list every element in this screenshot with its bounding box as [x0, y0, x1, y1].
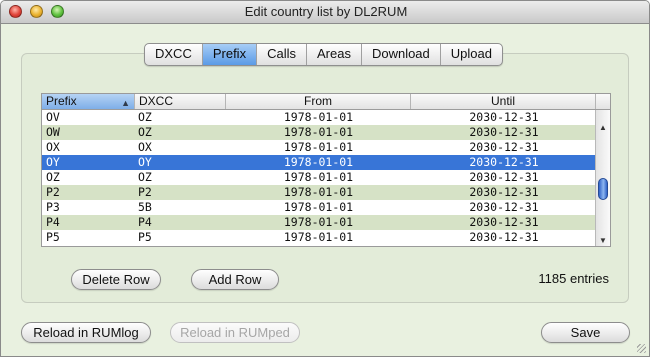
table-cell-until: 2030-12-31 — [469, 125, 539, 139]
table-cell-until: 2030-12-31 — [469, 170, 539, 184]
table-cell-from: 1978-01-01 — [283, 200, 354, 214]
entries-count: 1185 entries — [538, 271, 609, 286]
table-cell-prefix: P4 — [46, 215, 60, 229]
table-cell-prefix: P2 — [46, 185, 60, 199]
column-header-label: Prefix — [46, 94, 77, 108]
tab-download[interactable]: Download — [362, 44, 441, 65]
table-header: Prefix ▲ DXCC From Until — [42, 94, 610, 110]
table-row[interactable]: P4 P4 1978-01-01 2030-12-31 — [42, 215, 595, 230]
table-row[interactable]: OZ OZ 1978-01-01 2030-12-31 — [42, 170, 595, 185]
scroll-up-arrow-icon[interactable]: ▲ — [596, 123, 610, 132]
column-header-prefix[interactable]: Prefix ▲ — [42, 94, 135, 109]
edit-country-list-window: Edit country list by DL2RUM DXCC Prefix … — [0, 0, 650, 357]
table-cell-from: 1978-01-01 — [283, 185, 354, 199]
table-cell-from: 1978-01-01 — [283, 215, 354, 229]
table-vertical-scrollbar[interactable]: ▲ ▼ — [595, 110, 610, 246]
table-cell-prefix: OY — [46, 155, 60, 169]
tab-areas[interactable]: Areas — [307, 44, 362, 65]
column-header-until[interactable]: Until — [411, 94, 596, 109]
tab-prefix[interactable]: Prefix — [202, 44, 258, 65]
table-cell-from: 1978-01-01 — [283, 230, 354, 244]
tab-upload[interactable]: Upload — [441, 44, 502, 65]
title-bar: Edit country list by DL2RUM — [1, 1, 649, 24]
table-cell-dxcc: OZ — [138, 125, 152, 139]
table-row[interactable]: OV OZ 1978-01-01 2030-12-31 — [42, 110, 595, 125]
table-cell-prefix: OV — [46, 110, 60, 124]
table-cell-until: 2030-12-31 — [469, 230, 539, 244]
table-row[interactable]: OW OZ 1978-01-01 2030-12-31 — [42, 125, 595, 140]
table-cell-from: 1978-01-01 — [283, 125, 354, 139]
scroll-down-arrow-icon[interactable]: ▼ — [596, 236, 610, 245]
table-row[interactable]: OY OY 1978-01-01 2030-12-31 — [42, 155, 595, 170]
table-cell-until: 2030-12-31 — [469, 215, 539, 229]
table-cell-from: 1978-01-01 — [283, 170, 354, 184]
table-body: OV OZ 1978-01-01 2030-12-31 OW OZ 1978-01-01 20… — [42, 110, 595, 246]
reload-in-rumped-button[interactable]: Reload in RUMped — [170, 322, 300, 343]
table-cell-until: 2030-12-31 — [469, 185, 539, 199]
table-cell-from: 1978-01-01 — [283, 155, 354, 169]
reload-in-rumlog-button[interactable]: Reload in RUMlog — [21, 322, 151, 343]
add-row-button[interactable]: Add Row — [191, 269, 279, 290]
table-row[interactable]: P3 5B 1978-01-01 2030-12-31 — [42, 200, 595, 215]
tab-bar: DXCC Prefix Calls Areas Download Upload — [144, 43, 503, 66]
table-cell-dxcc: P5 — [138, 230, 152, 244]
table-row[interactable]: OX OX 1978-01-01 2030-12-31 — [42, 140, 595, 155]
table-cell-dxcc: P2 — [138, 185, 152, 199]
tab-dxcc[interactable]: DXCC — [145, 44, 203, 65]
table-cell-dxcc: P4 — [138, 215, 152, 229]
resize-grip-icon[interactable] — [637, 344, 646, 353]
table-cell-dxcc: OY — [138, 155, 152, 169]
sort-ascending-icon: ▲ — [121, 98, 130, 108]
save-button[interactable]: Save — [541, 322, 630, 343]
table-cell-dxcc: 5B — [138, 200, 152, 214]
column-header-from[interactable]: From — [226, 94, 411, 109]
table-cell-until: 2030-12-31 — [469, 155, 539, 169]
table-cell-dxcc: OZ — [138, 110, 152, 124]
table-cell-until: 2030-12-31 — [469, 110, 539, 124]
table-cell-prefix: OZ — [46, 170, 60, 184]
table-cell-from: 1978-01-01 — [283, 110, 354, 124]
table-row[interactable]: P2 P2 1978-01-01 2030-12-31 — [42, 185, 595, 200]
table-cell-dxcc: OX — [138, 140, 152, 154]
delete-row-button[interactable]: Delete Row — [71, 269, 161, 290]
column-header-dxcc[interactable]: DXCC — [135, 94, 226, 109]
table-cell-prefix: OW — [46, 125, 60, 139]
table-cell-until: 2030-12-31 — [469, 140, 539, 154]
table-cell-prefix: OX — [46, 140, 60, 154]
window-title: Edit country list by DL2RUM — [244, 4, 408, 19]
scrollbar-thumb[interactable] — [598, 178, 608, 200]
table-cell-prefix: P5 — [46, 230, 60, 244]
table-cell-prefix: P3 — [46, 200, 60, 214]
table-cell-dxcc: OZ — [138, 170, 152, 184]
table-cell-until: 2030-12-31 — [469, 200, 539, 214]
table-cell-from: 1978-01-01 — [283, 140, 354, 154]
prefix-table: Prefix ▲ DXCC From Until OV OZ 1978-01-01 2… — [41, 93, 611, 247]
tab-calls[interactable]: Calls — [257, 44, 307, 65]
table-row[interactable]: P5 P5 1978-01-01 2030-12-31 — [42, 230, 595, 245]
